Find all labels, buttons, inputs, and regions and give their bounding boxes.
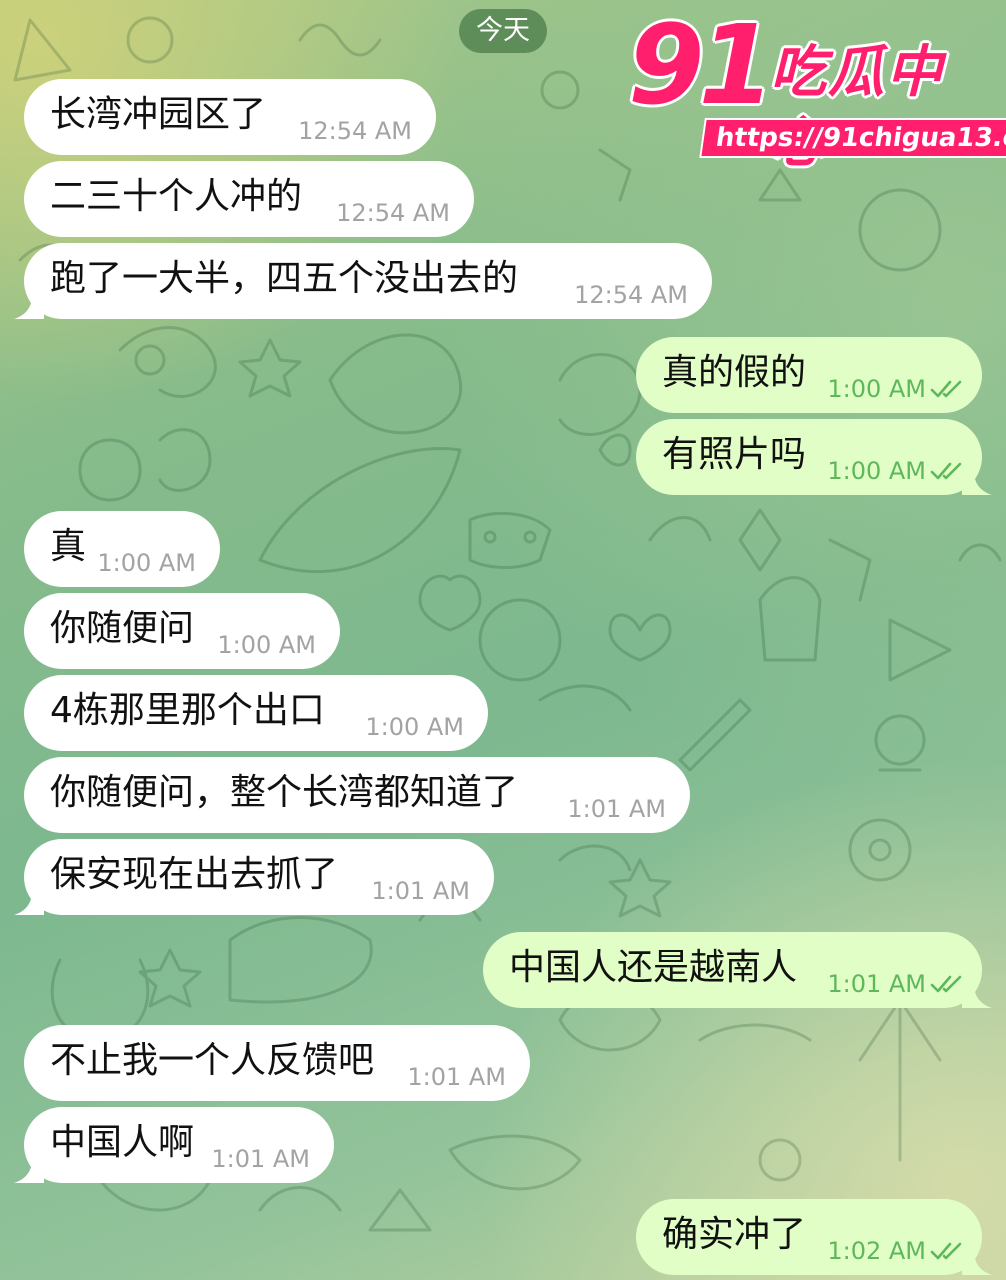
message-text: 不止我一个人反馈吧 [50,1040,375,1081]
message-text: 有照片吗 [662,434,807,475]
message-time: 1:01 AM [567,795,666,823]
date-separator: 今天 [459,9,547,53]
message-time: 1:00 AM [827,457,964,485]
message-text: 你随便问 [50,608,195,649]
message-text: 二三十个人冲的 [50,176,303,217]
double-check-icon [930,380,962,398]
message-time: 1:01 AM [407,1063,506,1091]
double-check-icon [930,975,962,993]
message-text: 真 [50,526,87,567]
message-time: 1:01 AM [211,1145,310,1173]
message-time: 1:01 AM [371,877,470,905]
message-text: 4栋那里那个出口 [50,690,325,731]
message-bubble-incoming[interactable]: 保安现在出去抓了 1:01 AM [14,839,494,915]
bubble-tail [962,984,992,1008]
message-time: 1:01 AM [827,970,964,998]
double-check-icon [930,462,962,480]
message-time: 12:54 AM [336,199,450,227]
message-bubble-incoming[interactable]: 跑了一大半，四五个没出去的 12:54 AM [14,243,712,319]
message-time: 1:00 AM [217,631,316,659]
message-bubble-incoming[interactable]: 4栋那里那个出口 1:00 AM [24,675,488,751]
message-time: 12:54 AM [298,117,412,145]
message-bubble-outgoing[interactable]: 有照片吗 1:00 AM [636,419,992,495]
bubble-tail [962,471,992,495]
message-text: 长湾冲园区了 [50,94,267,135]
message-text: 中国人啊 [50,1122,195,1163]
message-bubble-incoming[interactable]: 二三十个人冲的 12:54 AM [24,161,474,237]
message-text: 确实冲了 [662,1214,807,1255]
double-check-icon [930,1242,962,1260]
message-text: 保安现在出去抓了 [50,854,339,895]
message-time: 1:00 AM [827,375,964,403]
message-time: 1:00 AM [365,713,464,741]
message-bubble-outgoing[interactable]: 中国人还是越南人 1:01 AM [483,932,992,1008]
message-text: 中国人还是越南人 [509,947,798,988]
bubble-tail [14,295,44,319]
message-bubble-incoming[interactable]: 真 1:00 AM [24,511,220,587]
message-bubble-incoming[interactable]: 不止我一个人反馈吧 1:01 AM [24,1025,530,1101]
message-bubble-incoming[interactable]: 你随便问，整个长湾都知道了 1:01 AM [24,757,690,833]
bubble-tail [14,1159,44,1183]
bubble-tail [962,1251,992,1275]
message-text: 你随便问，整个长湾都知道了 [50,772,519,813]
message-text: 跑了一大半，四五个没出去的 [50,258,519,299]
message-text: 真的假的 [662,352,807,393]
message-bubble-outgoing[interactable]: 确实冲了 1:02 AM [636,1199,992,1275]
message-bubble-incoming[interactable]: 中国人啊 1:01 AM [14,1107,334,1183]
message-time: 12:54 AM [574,281,688,309]
bubble-tail [14,891,44,915]
watermark-logo: 91 吃瓜中心 https://91chigua13.com [628,1,1006,175]
message-bubble-outgoing[interactable]: 真的假的 1:00 AM [636,337,982,413]
message-bubble-incoming[interactable]: 长湾冲园区了 12:54 AM [24,79,436,155]
watermark-number: 91 [628,1,775,129]
message-bubble-incoming[interactable]: 你随便问 1:00 AM [24,593,340,669]
message-time: 1:00 AM [97,549,196,577]
watermark-url: https://91chigua13.com [699,118,1006,158]
message-time: 1:02 AM [827,1237,964,1265]
